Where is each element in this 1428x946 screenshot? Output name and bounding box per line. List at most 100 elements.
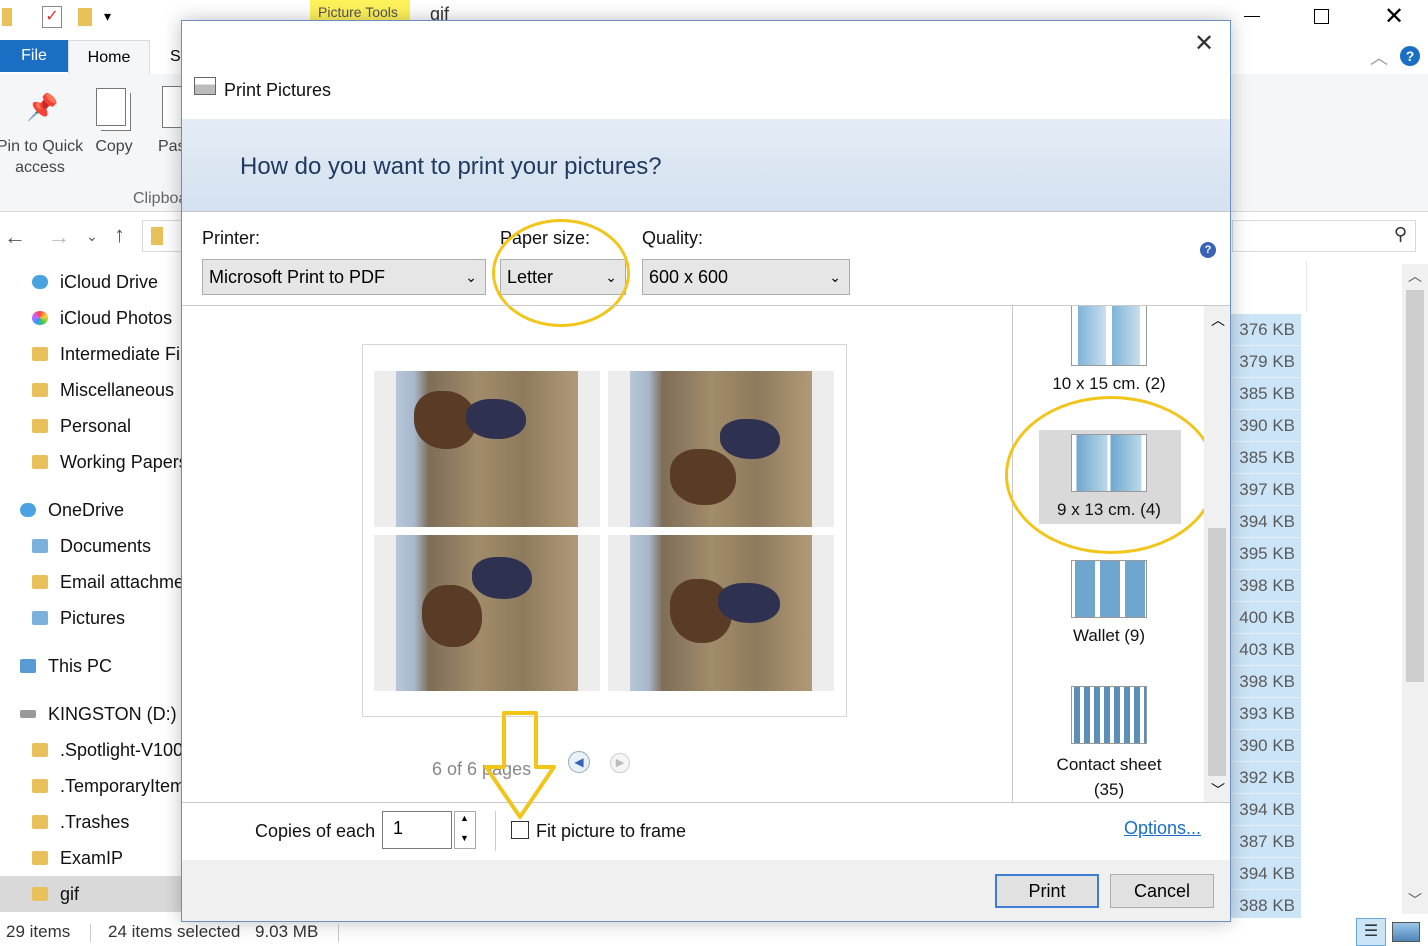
nav-item[interactable]: .TemporaryItem — [0, 768, 182, 804]
search-box[interactable]: ⚲ — [1232, 220, 1416, 252]
tab-file[interactable]: File — [0, 40, 68, 72]
nav-item[interactable]: ExamIP — [0, 840, 182, 876]
nav-item[interactable]: gif — [0, 876, 182, 912]
print-button[interactable]: Print — [995, 874, 1099, 908]
layout-label[interactable]: 10 x 15 cm. (2) — [1013, 374, 1205, 394]
up-icon[interactable]: ↑ — [114, 222, 125, 248]
nav-item[interactable]: Working Papers — [0, 444, 182, 480]
nav-item[interactable]: Documents — [0, 528, 182, 564]
layout-10x15-thumbnail[interactable] — [1071, 306, 1147, 366]
previous-page-button[interactable]: ◀ — [568, 751, 590, 773]
nav-item[interactable]: iCloud Photos — [0, 300, 182, 336]
nav-item-label: This PC — [48, 655, 113, 676]
file-size-cell[interactable]: 390 KB — [1231, 730, 1301, 762]
close-dialog-icon[interactable]: ✕ — [1194, 29, 1214, 58]
tab-share[interactable]: S — [170, 48, 181, 66]
dialog-title: Print Pictures — [224, 80, 332, 100]
file-size-cell[interactable]: 387 KB — [1231, 826, 1301, 858]
increment-icon[interactable]: ▲ — [460, 813, 469, 823]
scroll-down-icon[interactable]: ﹀ — [1211, 780, 1225, 800]
file-size-cell[interactable]: 394 KB — [1231, 794, 1301, 826]
file-size-cell[interactable]: 379 KB — [1231, 346, 1301, 378]
file-size-cell[interactable]: 385 KB — [1231, 442, 1301, 474]
file-size-cell[interactable]: 403 KB — [1231, 634, 1301, 666]
nav-item[interactable]: Intermediate Fi — [0, 336, 182, 372]
copy-button[interactable]: Copy — [88, 136, 140, 157]
printer-select[interactable]: Microsoft Print to PDF ⌄ — [202, 259, 486, 295]
fit-to-frame-label[interactable]: Fit picture to frame — [536, 821, 686, 842]
file-size-cell[interactable]: 390 KB — [1231, 410, 1301, 442]
file-size-cell[interactable]: 394 KB — [1231, 858, 1301, 890]
nav-item[interactable]: Email attachme — [0, 564, 182, 600]
large-icons-view-icon[interactable] — [1392, 922, 1420, 942]
file-size-cell[interactable]: 392 KB — [1231, 762, 1301, 794]
copy-icon — [96, 88, 126, 126]
dialog-help-icon[interactable]: ? — [1200, 242, 1216, 258]
nav-item[interactable]: .Spotlight-V100 — [0, 732, 182, 768]
close-window-icon[interactable]: ✕ — [1384, 2, 1404, 31]
pin-icon: 📌 — [26, 92, 59, 122]
nav-item[interactable]: KINGSTON (D:) — [0, 696, 182, 732]
pc-icon — [20, 659, 36, 673]
print-preview-page — [362, 344, 847, 717]
fit-to-frame-checkbox[interactable] — [511, 821, 529, 839]
dialog-question: How do you want to print your pictures? — [240, 153, 662, 180]
layout-scrollbar[interactable]: ︿ ﹀ — [1204, 306, 1230, 802]
options-link[interactable]: Options... — [1124, 818, 1201, 839]
nav-item[interactable]: Miscellaneous — [0, 372, 182, 408]
details-view-icon[interactable]: ☰ — [1356, 918, 1386, 946]
file-size-cell[interactable]: 398 KB — [1231, 570, 1301, 602]
nav-item[interactable]: Pictures — [0, 600, 182, 636]
file-size-cell[interactable]: 385 KB — [1231, 378, 1301, 410]
layout-label[interactable]: Wallet (9) — [1013, 626, 1205, 646]
nav-item[interactable]: iCloud Drive — [0, 264, 182, 300]
minimize-icon[interactable] — [1244, 16, 1260, 17]
scroll-down-icon[interactable]: ﹀ — [1408, 890, 1422, 910]
file-size-cell[interactable]: 394 KB — [1231, 506, 1301, 538]
copies-stepper[interactable]: ▲ ▼ — [454, 811, 476, 849]
back-icon[interactable]: ← — [4, 224, 26, 250]
copies-input[interactable]: 1 — [382, 811, 452, 849]
maximize-icon[interactable] — [1314, 9, 1329, 24]
layout-wallet-thumbnail[interactable] — [1071, 560, 1147, 618]
forward-icon[interactable]: → — [48, 224, 70, 250]
nav-item[interactable]: Personal — [0, 408, 182, 444]
nav-item[interactable]: OneDrive — [0, 492, 182, 528]
quality-select[interactable]: 600 x 600 ⌄ — [642, 259, 850, 295]
quality-value: 600 x 600 — [649, 266, 729, 287]
pin-to-quick-access-button[interactable]: Pin to Quick access — [0, 136, 84, 178]
decrement-icon[interactable]: ▼ — [460, 833, 469, 843]
recent-locations-icon[interactable]: ⌄ — [86, 228, 98, 245]
tab-home[interactable]: Home — [68, 40, 150, 74]
preview-photo — [608, 535, 834, 691]
pictures-icon — [32, 611, 48, 625]
quality-label: Quality: — [642, 228, 704, 248]
nav-item-label: Intermediate Fi — [60, 343, 181, 364]
icloud-photos-icon — [32, 311, 48, 325]
next-page-button[interactable]: ▶ — [610, 753, 630, 773]
new-folder-icon[interactable] — [78, 8, 92, 26]
help-icon[interactable]: ? — [1400, 46, 1420, 66]
file-size-cell[interactable]: 397 KB — [1231, 474, 1301, 506]
nav-item[interactable]: .Trashes — [0, 804, 182, 840]
file-size-cell[interactable]: 398 KB — [1231, 666, 1301, 698]
folder-icon — [32, 419, 48, 433]
file-size-cell[interactable]: 393 KB — [1231, 698, 1301, 730]
customize-quick-access-icon[interactable]: ▾ — [104, 8, 111, 25]
explorer-scrollbar[interactable]: ︿ ﹀ — [1402, 264, 1428, 914]
file-size-cell[interactable]: 400 KB — [1231, 602, 1301, 634]
cancel-button[interactable]: Cancel — [1110, 874, 1214, 908]
file-size-cell[interactable]: 395 KB — [1231, 538, 1301, 570]
layout-label[interactable]: Contact sheet (35) — [1047, 752, 1171, 802]
picture-tools-tab[interactable]: Picture Tools — [310, 0, 410, 20]
scroll-thumb[interactable] — [1406, 290, 1424, 682]
properties-icon[interactable]: ✓ — [42, 6, 62, 28]
scroll-thumb[interactable] — [1208, 528, 1226, 776]
file-size-cell[interactable]: 376 KB — [1231, 314, 1301, 346]
scroll-up-icon[interactable]: ︿ — [1408, 266, 1422, 286]
nav-item[interactable]: This PC — [0, 648, 182, 684]
highlight-arrow — [484, 711, 556, 819]
layout-contact-sheet-thumbnail[interactable] — [1071, 686, 1147, 744]
collapse-ribbon-icon[interactable]: ︿ — [1370, 44, 1388, 70]
scroll-up-icon[interactable]: ︿ — [1211, 310, 1225, 330]
